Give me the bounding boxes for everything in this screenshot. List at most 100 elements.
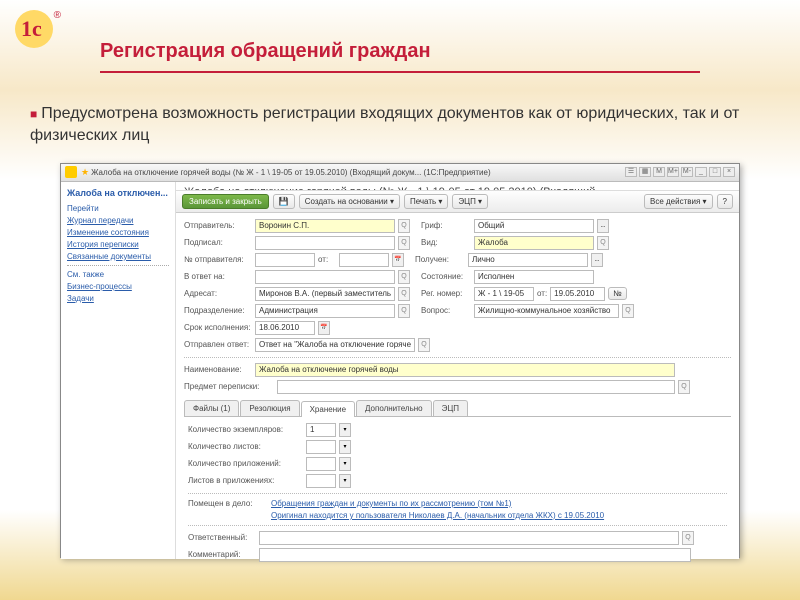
grif-input[interactable] <box>474 219 594 233</box>
comment-label: Комментарий: <box>188 550 256 559</box>
from-date-picker[interactable]: 📅 <box>392 253 404 267</box>
tab-files[interactable]: Файлы (1) <box>184 400 239 416</box>
toolbar: Записать и закрыть 💾 Создать на основани… <box>176 191 739 213</box>
sent-reply-lookup[interactable]: Q <box>418 338 430 352</box>
tab-storage[interactable]: Хранение <box>301 401 355 417</box>
subject-input[interactable] <box>277 380 675 394</box>
copies-spinner[interactable]: ▾ <box>339 423 351 437</box>
original-location-link[interactable]: Оригинал находится у пользователя Никола… <box>271 511 604 520</box>
slide-description: ■Предусмотрена возможность регистрации в… <box>30 103 770 148</box>
reply-to-input[interactable] <box>255 270 395 284</box>
comment-input[interactable] <box>259 548 691 562</box>
exec-date-input[interactable] <box>255 321 315 335</box>
sidebar: Жалоба на отключен... Перейти Журнал пер… <box>61 182 176 559</box>
reg-no-input[interactable] <box>474 287 534 301</box>
all-actions-button[interactable]: Все действия ▾ <box>644 194 713 209</box>
att-sheets-input[interactable] <box>306 474 336 488</box>
kind-input[interactable] <box>474 236 594 250</box>
subject-label: Предмет переписки: <box>184 382 274 391</box>
tb-btn-x2[interactable]: ▦ <box>639 167 651 177</box>
attachments-spinner[interactable]: ▾ <box>339 457 351 471</box>
department-lookup[interactable]: Q <box>398 304 410 318</box>
document-title: Жалоба на отключение горячей воды (№ Ж -… <box>176 182 739 191</box>
tb-btn-x4[interactable]: M+ <box>667 167 679 177</box>
divider <box>100 71 700 73</box>
create-on-button[interactable]: Создать на основании ▾ <box>299 194 400 209</box>
logo-text: 1c <box>21 16 42 42</box>
logo-1c: 1c ® <box>15 10 60 55</box>
from-date-input[interactable] <box>339 253 389 267</box>
sheets-input[interactable] <box>306 440 336 454</box>
sender-no-input[interactable] <box>255 253 315 267</box>
save-button[interactable]: 💾 <box>273 194 295 209</box>
subject-lookup[interactable]: Q <box>678 380 690 394</box>
addressee-label: Адресат: <box>184 289 252 298</box>
signed-label: Подписал: <box>184 238 252 247</box>
reg-no-label: Рег. номер: <box>421 289 471 298</box>
kind-label: Вид: <box>421 238 471 247</box>
sidebar-link-related[interactable]: Связанные документы <box>67 252 169 261</box>
question-input[interactable] <box>474 304 619 318</box>
responsible-input[interactable] <box>259 531 679 545</box>
sheets-spinner[interactable]: ▾ <box>339 440 351 454</box>
sidebar-link-journal[interactable]: Журнал передачи <box>67 216 169 225</box>
copies-input[interactable] <box>306 423 336 437</box>
tb-btn-x1[interactable]: ☰ <box>625 167 637 177</box>
tab-resolution[interactable]: Резолюция <box>240 400 299 416</box>
print-button[interactable]: Печать ▾ <box>404 194 448 209</box>
reply-to-label: В ответ на: <box>184 272 252 281</box>
sent-reply-input[interactable] <box>255 338 415 352</box>
addressee-input[interactable] <box>255 287 395 301</box>
att-sheets-label: Листов в приложениях: <box>188 476 303 485</box>
kind-lookup[interactable]: Q <box>597 236 609 250</box>
close-button[interactable]: × <box>723 167 735 177</box>
maximize-button[interactable]: □ <box>709 167 721 177</box>
sidebar-link-history[interactable]: История переписки <box>67 240 169 249</box>
sender-input[interactable] <box>255 219 395 233</box>
question-lookup[interactable]: Q <box>622 304 634 318</box>
help-button[interactable]: ? <box>717 194 733 209</box>
received-input[interactable] <box>468 253 588 267</box>
department-input[interactable] <box>255 304 395 318</box>
logo-reg-mark: ® <box>54 10 61 21</box>
exec-date-picker[interactable]: 📅 <box>318 321 330 335</box>
sent-reply-label: Отправлен ответ: <box>184 340 252 349</box>
ecp-button[interactable]: ЭЦП ▾ <box>452 194 488 209</box>
save-close-button[interactable]: Записать и закрыть <box>182 194 269 209</box>
sidebar-link-processes[interactable]: Бизнес-процессы <box>67 282 169 291</box>
favorite-icon[interactable]: ★ <box>81 167 89 178</box>
reg-no-button[interactable]: № <box>608 287 627 300</box>
signed-lookup[interactable]: Q <box>398 236 410 250</box>
minimize-button[interactable]: _ <box>695 167 707 177</box>
sidebar-goto-label: Перейти <box>67 204 169 213</box>
att-sheets-spinner[interactable]: ▾ <box>339 474 351 488</box>
state-input[interactable] <box>474 270 594 284</box>
grif-dots[interactable]: ... <box>597 219 609 233</box>
sidebar-heading: Жалоба на отключен... <box>67 188 169 198</box>
tab-additional[interactable]: Дополнительно <box>356 400 432 416</box>
name-input[interactable] <box>255 363 675 377</box>
signed-input[interactable] <box>255 236 395 250</box>
tb-btn-x5[interactable]: M- <box>681 167 693 177</box>
sheets-label: Количество листов: <box>188 442 303 451</box>
from-label: от: <box>318 255 336 264</box>
reply-to-lookup[interactable]: Q <box>398 270 410 284</box>
sidebar-link-state-change[interactable]: Изменение состояния <box>67 228 169 237</box>
sender-label: Отправитель: <box>184 221 252 230</box>
sidebar-link-tasks[interactable]: Задачи <box>67 294 169 303</box>
state-label: Состояние: <box>421 272 471 281</box>
addressee-lookup[interactable]: Q <box>398 287 410 301</box>
slide-title: Регистрация обращений граждан <box>100 40 800 63</box>
case-label: Помещен в дело: <box>188 499 268 508</box>
responsible-label: Ответственный: <box>188 533 256 542</box>
case-link[interactable]: Обращения граждан и документы по их расс… <box>271 499 511 508</box>
attachments-label: Количество приложений: <box>188 459 303 468</box>
sender-lookup[interactable]: Q <box>398 219 410 233</box>
received-dots[interactable]: ... <box>591 253 603 267</box>
reg-date-input[interactable] <box>550 287 605 301</box>
responsible-lookup[interactable]: Q <box>682 531 694 545</box>
tb-btn-x3[interactable]: M <box>653 167 665 177</box>
tab-ecp[interactable]: ЭЦП <box>433 400 468 416</box>
copies-label: Количество экземпляров: <box>188 425 303 434</box>
attachments-input[interactable] <box>306 457 336 471</box>
